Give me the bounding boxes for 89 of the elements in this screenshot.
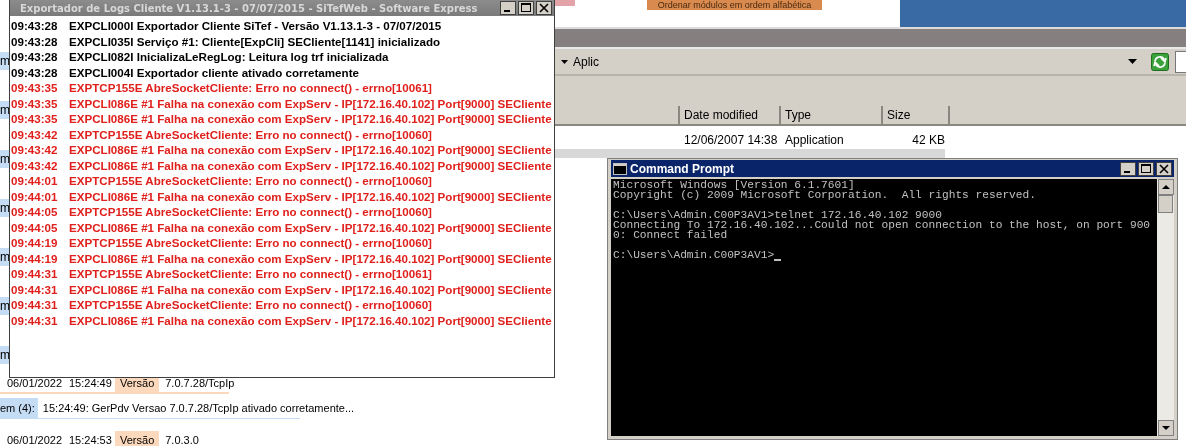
log-time: 09:44:05 [11,204,59,220]
close-button[interactable] [1156,161,1172,176]
field-label: m [0,297,9,315]
field-label: m [0,248,9,266]
message-text: 15:24:49: GerPdv Versao 7.0.7.28/TcpIp ativado corretamente... [41,402,355,414]
log-message: EXPCLI086E #1 Falha na conexão com ExpServ - IP[172.16.40.102] Port[9000] SECliente [69,281,552,297]
log-message: EXPTCP155E AbreSocketCliente: Erro no connect() - errno[10060] [69,297,432,313]
maximize-button[interactable] [1138,161,1154,176]
log-time: 09:44:19 [11,250,59,266]
entry-date: 06/01/2022 [7,377,64,389]
log-time: 09:44:01 [11,173,59,189]
entry-time: 15:24:53 [69,434,113,446]
window-title: Exportador de Logs Cliente V1.13.1-3 - 07/07/2015 - SiTefWeb - Software Express [20,2,479,14]
log-message: EXPCLI082I InicializaLeRegLog: Leitura log trf inicializada [69,49,389,65]
console-text: C:\Users\Admin.C00P3AV1>telnet 172.16.40.102 9000 [613,210,942,220]
log-message: EXPCLI086E #1 Falha na conexão com ExpServ - IP[172.16.40.102] Port[9000] SECliente [69,312,552,328]
log-message: EXPCLI035I Serviço #1: Cliente[ExpCli] SECliente[1141] inicializado [69,33,441,49]
log-time: 09:43:42 [11,157,59,173]
log-time: 09:44:31 [11,312,59,328]
log-time: 09:43:28 [11,33,59,49]
size-cell-text: 42 KB [911,132,945,149]
scroll-down-button[interactable] [1157,420,1174,436]
console-text: Microsoft Windows [Version 6.1.7601] [613,180,855,190]
log-time: 09:44:05 [11,219,59,235]
scroll-up-button[interactable] [1157,179,1174,195]
caret-icon[interactable] [561,59,568,64]
field-label: em (4): [0,398,38,418]
column-header[interactable]: Date modified [680,106,781,124]
console-text: 0: Connect failed [613,230,728,240]
console-text: C:\Users\Admin.C00P3AV1> [613,250,775,260]
type-cell-text: Application [784,132,845,149]
column-header[interactable]: Size [883,106,950,124]
refresh-button[interactable] [1151,52,1169,71]
log-message: EXPCLI086E #1 Falha na conexão com ExpServ - IP[172.16.40.102] Port[9000] SECliente [69,157,552,173]
log-time: 09:44:19 [11,235,59,251]
field-label: m [0,346,9,364]
log-message: EXPTCP155E AbreSocketCliente: Erro no connect() - errno[10060] [69,204,432,220]
log-message: EXPCLI000I Exportador Cliente SiTef - Versão V1.13.1-3 - 07/07/2015 [69,18,442,34]
version-value: 7.0.3.0 [164,434,199,446]
log-time: 09:43:35 [11,111,59,127]
field-label: m [0,101,9,119]
entry-time: 15:24:49 [69,377,113,389]
log-message: EXPTCP155E AbreSocketCliente: Erro no connect() - errno[10061] [69,266,432,282]
console-text: Connecting To 172.16.40.102...Could not open connection to the host, on port 900 [613,220,1151,230]
text-cursor [774,259,782,261]
maximize-button[interactable] [518,1,534,15]
log-message: EXPCLI086E #1 Falha na conexão com ExpServ - IP[172.16.40.102] Port[9000] SECliente [69,250,552,266]
version-value: 7.0.7.28/TcpIp [164,377,235,389]
minimize-button[interactable] [500,1,516,15]
log-message: EXPCLI086E #1 Falha na conexão com ExpServ - IP[172.16.40.102] Port[9000] SECliente [69,188,552,204]
scrollbar[interactable] [1157,179,1174,436]
minimize-button[interactable] [1120,161,1136,176]
close-button[interactable] [536,1,552,15]
log-time: 09:44:31 [11,297,59,313]
date-cell-text: 12/06/2007 14:38 [683,132,779,149]
field-label: m [0,52,9,70]
window-title: Command Prompt [630,161,735,176]
log-time: 09:43:42 [11,126,59,142]
log-time: 09:44:31 [11,266,59,282]
version-label: Versão [115,431,160,446]
log-time: 09:43:35 [11,80,59,96]
console-text: Copyright (c) 2009 Microsoft Corporation. All rights reserved. [613,190,1036,200]
log-message: EXPCLI086E #1 Falha na conexão com ExpServ - IP[172.16.40.102] Port[9000] SECliente [69,142,552,158]
breadcrumb[interactable]: Aplic [561,54,1122,69]
log-message: EXPTCP155E AbreSocketCliente: Erro no connect() - errno[10061] [69,80,432,96]
log-message: EXPTCP155E AbreSocketCliente: Erro no connect() - errno[10060] [69,173,432,189]
log-time: 09:44:31 [11,281,59,297]
entry-date: 06/01/2022 [7,434,64,446]
log-time: 09:43:28 [11,64,59,80]
log-message: EXPTCP155E AbreSocketCliente: Erro no connect() - errno[10060] [69,235,432,251]
dropdown-caret-icon[interactable] [1128,59,1137,64]
column-header[interactable]: Type [781,106,883,124]
log-message: EXPCLI004I Exportador cliente ativado corretamente [69,64,359,80]
tab-marker [555,0,575,6]
log-message: EXPCLI086E #1 Falha na conexão com ExpServ - IP[172.16.40.102] Port[9000] SECliente [69,219,552,235]
field-label: m [0,199,9,217]
log-message: EXPCLI086E #1 Falha na conexão com ExpServ - IP[172.16.40.102] Port[9000] SECliente [69,95,552,111]
log-time: 09:43:28 [11,49,59,65]
log-time: 09:43:35 [11,95,59,111]
log-time: 09:43:28 [11,18,59,34]
log-time: 09:43:42 [11,142,59,158]
scroll-thumb[interactable] [1158,195,1173,213]
field-label: m [0,150,9,168]
log-message: EXPTCP155E AbreSocketCliente: Erro no connect() - errno[10060] [69,126,432,142]
log-time: 09:44:01 [11,188,59,204]
search-field[interactable] [1175,50,1186,73]
log-message: EXPCLI086E #1 Falha na conexão com ExpServ - IP[172.16.40.102] Port[9000] SECliente [69,111,552,127]
console-icon[interactable] [613,162,627,175]
sort-button[interactable]: Ordenar módulos em ordem alfabética [647,0,822,10]
